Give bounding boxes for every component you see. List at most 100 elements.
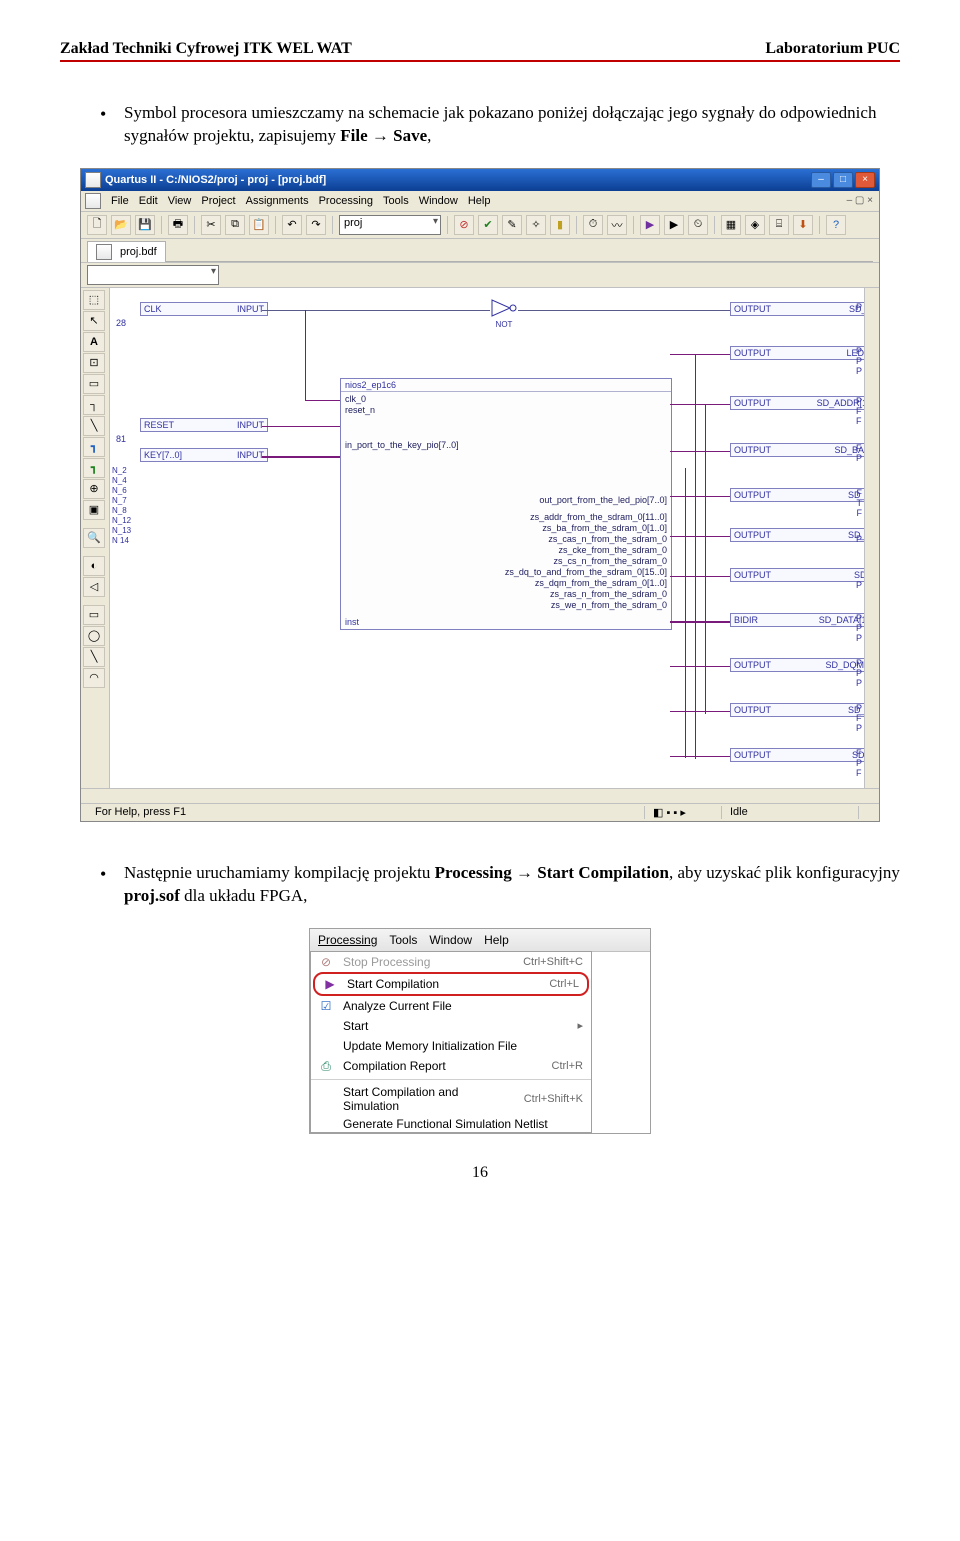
close-button[interactable]: ×	[855, 172, 875, 188]
mi-compilation-report[interactable]: ⎙ Compilation Report Ctrl+R	[311, 1056, 591, 1077]
tb-stop[interactable]: ⊘	[454, 215, 474, 235]
processing-dropdown: ⊘ Stop Processing Ctrl+Shift+C ▶ Start C…	[310, 951, 592, 1133]
tb-pencil[interactable]: ✎	[502, 215, 522, 235]
project-combo[interactable]: proj	[339, 215, 441, 235]
menu-project[interactable]: Project	[201, 195, 235, 207]
palette-orthog[interactable]: ┐	[83, 395, 105, 415]
tb-check[interactable]: ✔	[478, 215, 498, 235]
titlebar: Quartus II - C:/NIOS2/proj - proj - [pro…	[81, 169, 879, 191]
out-sdras: OUTPUTSD_RAS	[730, 703, 864, 717]
palette-line[interactable]: ╲	[83, 647, 105, 667]
out-sdcas: OUTPUTSD_CAS	[730, 488, 864, 502]
key-pins: N_2 N_4 N_6 N_7 N_8 N_12 N_13 N 14	[112, 466, 131, 546]
palette-block[interactable]: ▭	[83, 374, 105, 394]
tb-db[interactable]: ⌸	[769, 215, 789, 235]
mi-stop-processing[interactable]: ⊘ Stop Processing Ctrl+Shift+C	[311, 952, 591, 972]
tb-timer[interactable]: ⏲	[688, 215, 708, 235]
mi-start-comp-sim[interactable]: Start Compilation and Simulation Ctrl+Sh…	[311, 1082, 591, 1116]
schematic-canvas[interactable]: CLK INPUT 28 RESET INPUT 81 KEY[7..0] IN…	[110, 288, 864, 788]
mi-gen-func-sim-netlist[interactable]: Generate Functional Simulation Netlist	[311, 1116, 591, 1132]
stop-icon: ⊘	[317, 955, 335, 969]
tool-palette: ⬚ ↖ A ⊡ ▭ ┐ ╲ ┓ ┓ ⊕ ▣ 🔍 ◐ ◁ ▭ ◯ ╲ ◠	[81, 288, 110, 788]
processing-menu-screenshot: Processing Tools Window Help ⊘ Stop Proc…	[309, 928, 651, 1134]
menu-assignments[interactable]: Assignments	[246, 195, 309, 207]
input-clk: CLK INPUT	[140, 302, 268, 316]
menubar2: Processing Tools Window Help	[310, 929, 650, 952]
palette-conduit[interactable]: ┓	[83, 458, 105, 478]
redo-button[interactable]: ↷	[306, 215, 326, 235]
menu2-help[interactable]: Help	[484, 933, 509, 947]
horizontal-scrollbar[interactable]	[81, 788, 879, 803]
mi-start-compilation[interactable]: ▶ Start Compilation Ctrl+L	[315, 974, 587, 994]
mi-update-mem-init[interactable]: Update Memory Initialization File	[311, 1036, 591, 1056]
tab-proj-bdf[interactable]: proj.bdf	[87, 241, 166, 262]
palette-partial[interactable]: ◐	[83, 556, 105, 576]
minimize-button[interactable]: –	[811, 172, 831, 188]
palette-diag[interactable]: ╲	[83, 416, 105, 436]
out-sdclk: OUTPUTSD_CLK	[730, 302, 864, 316]
not-gate: NOT	[490, 298, 518, 329]
maximize-button[interactable]: □	[833, 172, 853, 188]
toolbar: 🗋 📂 💾 🖶 ✂ ⧉ 📋 ↶ ↷ proj ⊘ ✔ ✎ ✧ ▮ ⏱ 〰 ▶	[81, 212, 879, 239]
mdi-close[interactable]: – ▢ ×	[847, 195, 873, 207]
palette-arrow[interactable]: ↖	[83, 311, 105, 331]
mi-start[interactable]: Start ▸	[311, 1016, 591, 1036]
menu-tools[interactable]: Tools	[383, 195, 409, 207]
doc-icon	[85, 193, 101, 209]
palette-oval[interactable]: ◯	[83, 626, 105, 646]
palette-text[interactable]: A	[83, 332, 105, 352]
header-right: Laboratorium PUC	[765, 40, 900, 58]
palette-zoomin[interactable]: ⊕	[83, 479, 105, 499]
out-sdba: OUTPUTSD_BA[1..0]	[730, 443, 864, 457]
status-help: For Help, press F1	[87, 806, 645, 819]
tb-compile[interactable]: ▶	[640, 215, 660, 235]
print-button[interactable]: 🖶	[168, 215, 188, 235]
menu-view[interactable]: View	[168, 195, 192, 207]
cut-button[interactable]: ✂	[201, 215, 221, 235]
tb-sim[interactable]: ▶	[664, 215, 684, 235]
palette-select[interactable]: ⬚	[83, 290, 105, 310]
new-button[interactable]: 🗋	[87, 215, 107, 235]
palette-rect[interactable]: ▭	[83, 605, 105, 625]
undo-button[interactable]: ↶	[282, 215, 302, 235]
menu2-processing[interactable]: Processing	[318, 933, 377, 947]
menu-help[interactable]: Help	[468, 195, 491, 207]
menu2-window[interactable]: Window	[429, 933, 472, 947]
app-icon	[85, 172, 101, 188]
tb-prog[interactable]: ⬇	[793, 215, 813, 235]
window-title: Quartus II - C:/NIOS2/proj - proj - [pro…	[105, 174, 811, 186]
open-button[interactable]: 📂	[111, 215, 131, 235]
play-icon: ▶	[321, 977, 339, 991]
palette-zoomfit[interactable]: ▣	[83, 500, 105, 520]
tb-timing[interactable]: ⏱	[583, 215, 603, 235]
palette-bus[interactable]: ┓	[83, 437, 105, 457]
status-idle: Idle	[722, 806, 859, 819]
paragraph-1: Symbol procesora umieszczamy na schemaci…	[100, 102, 900, 148]
save-button[interactable]: 💾	[135, 215, 155, 235]
paragraph-2: Następnie uruchamiamy kompilację projekt…	[100, 862, 900, 908]
bdf-icon	[96, 244, 112, 260]
palette-symbol[interactable]: ⊡	[83, 353, 105, 373]
tb-wave[interactable]: 〰	[607, 215, 627, 235]
tb-highlight[interactable]: ▮	[550, 215, 570, 235]
paste-button[interactable]: 📋	[249, 215, 269, 235]
vertical-scrollbar[interactable]	[864, 288, 879, 788]
tb-help[interactable]: ?	[826, 215, 846, 235]
quartus-screenshot: Quartus II - C:/NIOS2/proj - proj - [pro…	[80, 168, 880, 822]
tb-pin[interactable]: ◈	[745, 215, 765, 235]
copy-button[interactable]: ⧉	[225, 215, 245, 235]
palette-arc[interactable]: ◠	[83, 668, 105, 688]
menu-file[interactable]: File	[111, 195, 129, 207]
menu-edit[interactable]: Edit	[139, 195, 158, 207]
menu-window[interactable]: Window	[419, 195, 458, 207]
menu2-tools[interactable]: Tools	[389, 933, 417, 947]
tab-toolbar	[81, 263, 879, 288]
menu-processing[interactable]: Processing	[319, 195, 373, 207]
cpu-inst: inst	[345, 617, 359, 627]
palette-find[interactable]: 🔍	[83, 528, 105, 548]
zoom-combo[interactable]	[87, 265, 219, 285]
tb-chip[interactable]: ▦	[721, 215, 741, 235]
tb-wand[interactable]: ✧	[526, 215, 546, 235]
palette-back[interactable]: ◁	[83, 577, 105, 597]
mi-analyze-current-file[interactable]: ☑ Analyze Current File	[311, 996, 591, 1016]
